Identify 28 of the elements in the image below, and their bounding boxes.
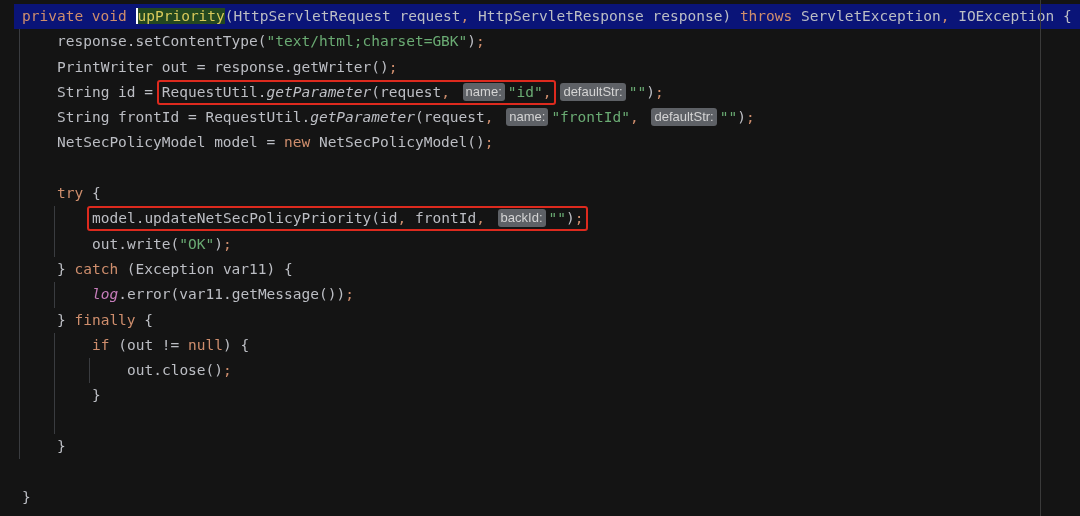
code-text: private void upPriority(HttpServletRequest request, HttpServletResponse response) throws ServletException, IOException {	[22, 8, 1072, 24]
parameter-hint: name:	[506, 108, 549, 127]
code-text: try {	[57, 185, 101, 202]
code-text: } catch (Exception var11) {	[57, 260, 293, 277]
parameter-hint: name:	[462, 82, 505, 101]
code-text: "id",	[507, 83, 552, 100]
parameter-hint: backId:	[497, 209, 546, 228]
code-text: "");	[628, 83, 664, 100]
code-text: response.setContentType("text/html;charset=GBK");	[57, 33, 485, 50]
code-text: log.error(var11.getMessage());	[92, 286, 354, 303]
code-text: String id =	[57, 83, 155, 100]
code-text: "frontId",	[551, 109, 640, 126]
code-text: } finally {	[57, 311, 154, 328]
code-text: model.updateNetSecPolicyPriority(id, frontId,	[92, 210, 486, 227]
parameter-hint: defaultStr:	[651, 108, 717, 127]
code-text: "");	[548, 210, 584, 227]
code-text: out.close();	[127, 362, 232, 379]
code-text: out.write("OK");	[92, 235, 232, 252]
code-text: }	[22, 488, 31, 505]
parameter-hint: defaultStr:	[560, 82, 626, 101]
code-text: }	[57, 438, 66, 455]
code-text: RequestUtil.getParameter(request,	[161, 83, 451, 100]
code-text: if (out != null) {	[92, 336, 250, 353]
code-text: "");	[719, 109, 755, 126]
code-text: NetSecPolicyModel model = new NetSecPolicyModel();	[57, 134, 494, 151]
code-text: String frontId = RequestUtil.getParameter(request,	[57, 109, 495, 126]
code-text: PrintWriter out = response.getWriter();	[57, 58, 398, 75]
code-text: }	[92, 387, 101, 404]
